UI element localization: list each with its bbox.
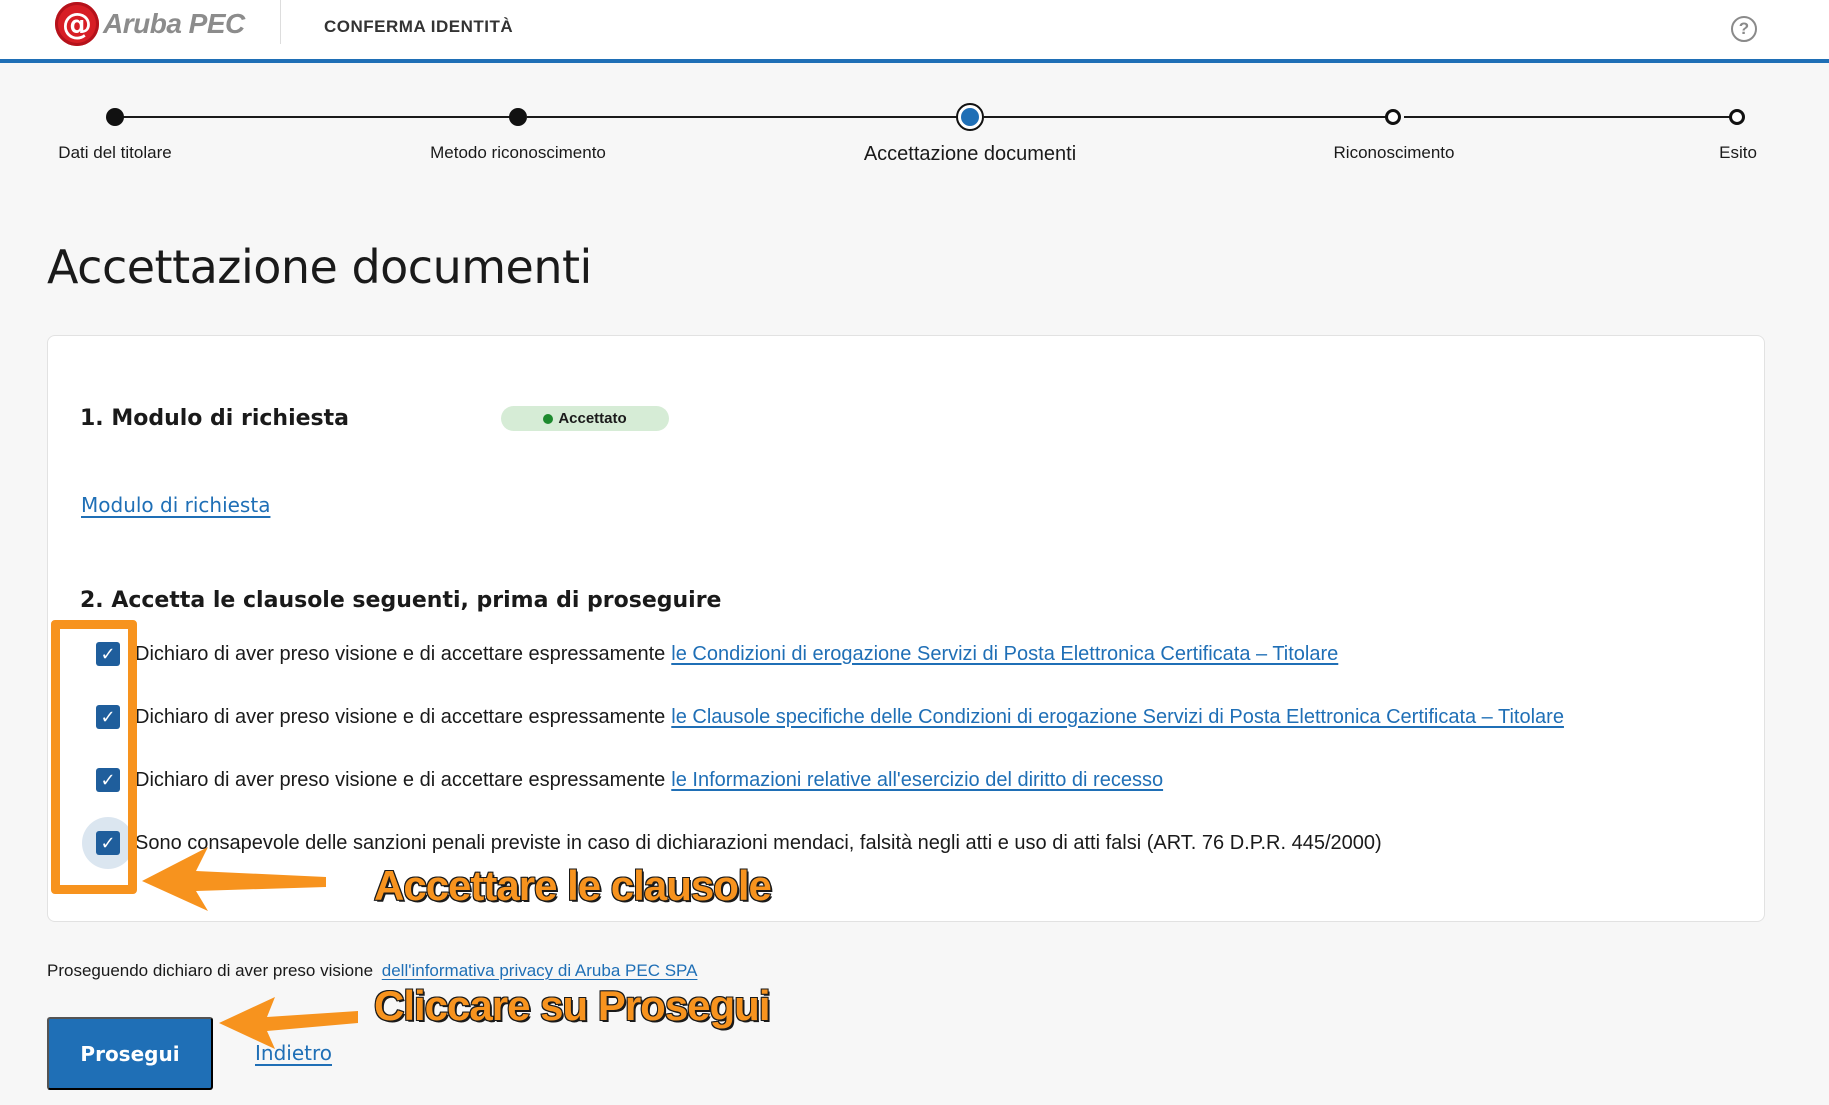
callout-accept-clauses: Accettare le clausole: [373, 861, 773, 910]
help-icon[interactable]: ?: [1731, 16, 1757, 42]
top-header: @ Aruba PEC CONFERMA IDENTITÀ ?: [0, 0, 1829, 63]
privacy-text: Proseguendo dichiaro di aver preso visio…: [47, 961, 374, 980]
header-title: CONFERMA IDENTITÀ: [324, 17, 514, 36]
step-dot-completed: [106, 108, 124, 126]
stepper-connector: [1404, 116, 1730, 118]
section-clausole-title: 2. Accetta le clausole seguenti, prima d…: [80, 588, 722, 613]
clause-text: Dichiaro di aver preso visione e di acce…: [135, 768, 666, 791]
step-label-accettazione-documenti: Accettazione documenti: [863, 143, 1077, 165]
section-modulo-title: 1. Modulo di richiesta: [80, 406, 350, 431]
stepper-connector: [984, 116, 1390, 118]
clause-row: ✓ Dichiaro di aver preso visione e di ac…: [94, 765, 1163, 795]
stepper-connector: [527, 116, 970, 118]
clause-text: Dichiaro di aver preso visione e di acce…: [135, 642, 666, 665]
step-label-riconoscimento: Riconoscimento: [1333, 143, 1455, 162]
clause-text: Dichiaro di aver preso visione e di acce…: [135, 705, 666, 728]
step-label-dati-titolare: Dati del titolare: [58, 143, 172, 162]
documents-card: 1. Modulo di richiesta Accettato Modulo …: [47, 335, 1765, 922]
step-label-metodo-riconoscimento: Metodo riconoscimento: [430, 143, 606, 162]
callout-click-continue: Cliccare su Prosegui: [373, 981, 772, 1030]
step-label-esito: Esito: [1719, 143, 1757, 162]
modulo-richiesta-link[interactable]: Modulo di richiesta: [81, 493, 270, 517]
header-divider: [280, 0, 281, 44]
status-badge-label: Accettato: [558, 410, 627, 427]
status-dot-icon: [543, 413, 554, 424]
status-badge: Accettato: [501, 406, 669, 431]
step-dot-pending: [1729, 109, 1745, 125]
at-sign-logo-icon: @: [55, 2, 99, 46]
privacy-notice: Proseguendo dichiaro di aver preso visio…: [47, 961, 697, 981]
step-dot-current: [956, 103, 984, 131]
aruba-pec-logo[interactable]: @ Aruba PEC: [55, 2, 245, 46]
clause-row: ✓ Dichiaro di aver preso visione e di ac…: [94, 702, 1564, 732]
arrow-left-icon: [142, 847, 326, 911]
privacy-policy-link[interactable]: dell'informativa privacy di Aruba PEC SP…: [382, 961, 698, 980]
indietro-link[interactable]: Indietro: [255, 1041, 332, 1065]
logo-text: Aruba PEC: [103, 8, 245, 39]
checkbox-highlight-box: [51, 620, 137, 894]
clause-link[interactable]: le Clausole specifiche delle Condizioni …: [671, 706, 1564, 729]
step-dot-pending: [1385, 109, 1401, 125]
clause-row: ✓ Dichiaro di aver preso visione e di ac…: [94, 639, 1338, 669]
clause-link[interactable]: le Informazioni relative all'esercizio d…: [671, 769, 1163, 792]
step-dot-completed: [509, 108, 527, 126]
stepper-connector: [118, 116, 513, 118]
prosegui-button[interactable]: Prosegui: [47, 1017, 213, 1090]
page-title: Accettazione documenti: [47, 240, 592, 294]
clause-link[interactable]: le Condizioni di erogazione Servizi di P…: [671, 643, 1338, 666]
